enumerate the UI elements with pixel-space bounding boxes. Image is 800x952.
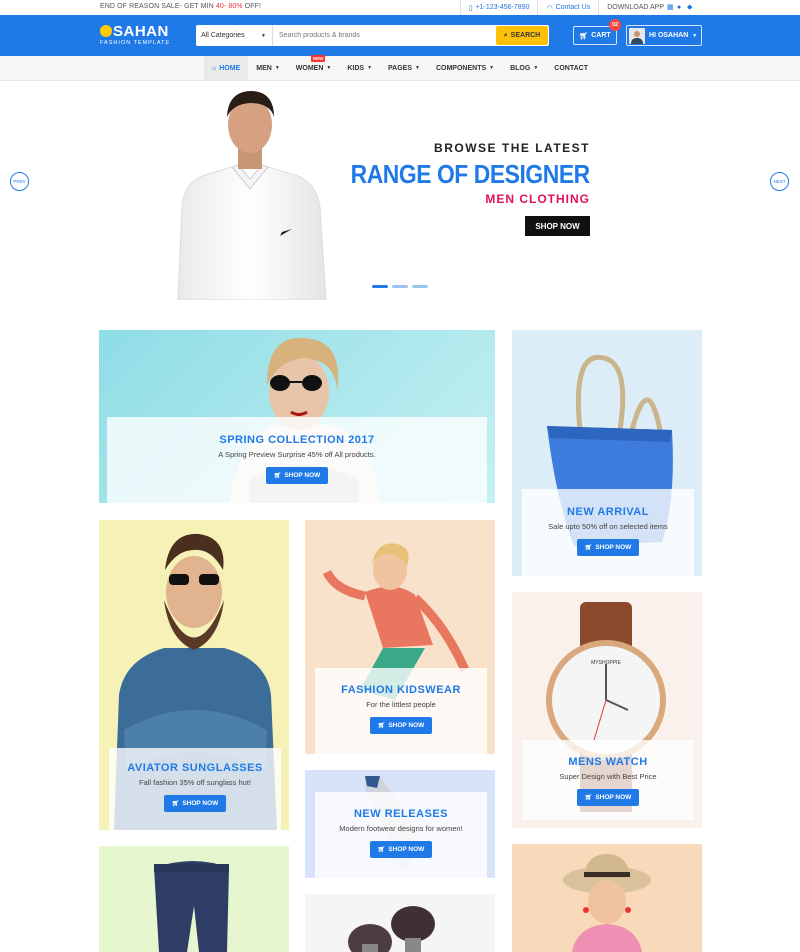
android-icon[interactable]: ◆ <box>687 4 694 11</box>
card-title: MENS WATCH <box>568 756 648 768</box>
cart-icon: 🛒︎ <box>584 795 593 801</box>
watch-panel: MENS WATCH Super Design with Best Price … <box>522 740 694 820</box>
card-subtitle: For the littlest people <box>366 700 436 709</box>
mobile-icon: ▯ <box>468 4 473 12</box>
slider-dot[interactable] <box>412 285 428 288</box>
slider-dot[interactable] <box>392 285 408 288</box>
card-title: FASHION KIDSWEAR <box>341 684 461 696</box>
nav-blog[interactable]: BLOG ▼ <box>502 56 546 80</box>
cart-icon: 🛒︎ <box>273 473 282 479</box>
card-subtitle: Sale upto 50% off on selected items <box>548 522 668 531</box>
user-menu-button[interactable]: HI OSAHAN ▼ <box>626 25 702 46</box>
woman-hat-image <box>563 854 651 952</box>
kidswear-panel: FASHION KIDSWEAR For the littlest people… <box>315 668 487 754</box>
search-icon: ⌕ <box>503 31 508 39</box>
home-icon: ⌂ <box>212 64 217 72</box>
makeup-card[interactable] <box>305 894 495 952</box>
fashion-kidswear-card[interactable]: FASHION KIDSWEAR For the littlest people… <box>305 520 495 754</box>
card-title: SPRING COLLECTION 2017 <box>219 434 375 446</box>
kidswear-shop-now-button[interactable]: 🛒︎ SHOP NOW <box>369 717 433 734</box>
search-input[interactable] <box>273 26 496 45</box>
nav-components[interactable]: COMPONENTS ▼ <box>428 56 502 80</box>
card-title: NEW ARRIVAL <box>567 506 649 518</box>
caret-down-icon: ▼ <box>274 65 280 71</box>
logo[interactable]: SAHAN FASHION TEMPLATE <box>100 24 170 46</box>
card-subtitle: Modern footwear designs for women! <box>339 824 463 833</box>
jeans-image <box>154 861 229 952</box>
nav-women[interactable]: NEW WOMEN ▼ <box>288 55 340 80</box>
card-subtitle: Super Design with Best Price <box>559 772 657 781</box>
card-title: NEW RELEASES <box>353 808 448 820</box>
cart-icon: 🛒︎ <box>579 32 589 40</box>
new-arrival-card[interactable]: NEW ARRIVAL Sale upto 50% off on selecte… <box>512 330 702 576</box>
watch-brand-text: MYSHOPPIE <box>591 660 621 666</box>
card-title: AVIATOR SUNGLASSES <box>127 762 263 774</box>
windows-icon[interactable]: ▦ <box>667 4 674 11</box>
hat-woman-card[interactable] <box>512 844 702 952</box>
card-subtitle: A Spring Preview Surprise 45% off All pr… <box>218 450 376 459</box>
caret-down-icon: ▼ <box>415 65 420 71</box>
top-bar-links: ▯ +1-123-456-7890 ◠ Contact Us DOWNLOAD … <box>459 0 702 15</box>
promo-text: END OF REASON SALE- GET MIN 40- 80% OFF! <box>100 3 262 10</box>
nav-home[interactable]: ⌂ HOME <box>204 56 249 80</box>
releases-shop-now-button[interactable]: 🛒︎ SHOP NOW <box>369 841 433 858</box>
headset-icon: ◠ <box>546 4 553 12</box>
watch-shop-now-button[interactable]: 🛒︎ SHOP NOW <box>576 789 640 806</box>
arrival-shop-now-button[interactable]: 🛒︎ SHOP NOW <box>576 539 640 556</box>
phone-link[interactable]: ▯ +1-123-456-7890 <box>459 0 538 15</box>
hero-line-2: RANGE OF DESIGNER <box>350 159 591 189</box>
spring-shop-now-button[interactable]: 🛒︎ SHOP NOW <box>265 467 329 484</box>
nav-pages[interactable]: PAGES ▼ <box>380 56 428 80</box>
avatar <box>629 27 645 44</box>
cart-icon: 🛒︎ <box>584 545 593 551</box>
cart-count-badge: 02 <box>609 19 621 31</box>
nav-men[interactable]: MEN ▼ <box>248 56 288 80</box>
aviator-sunglasses-card[interactable]: AVIATOR SUNGLASSES Fall fashion 35% off … <box>99 520 289 830</box>
contact-link[interactable]: ◠ Contact Us <box>537 0 598 15</box>
cart-icon: 🛒︎ <box>171 801 180 807</box>
makeup-brush-image <box>348 906 435 952</box>
new-releases-card[interactable]: NEW RELEASES Modern footwear designs for… <box>305 770 495 878</box>
main-header: SAHAN FASHION TEMPLATE All Categories ▼ … <box>0 15 800 56</box>
mens-watch-card[interactable]: MYSHOPPIE MENS WATCH Super Design with B… <box>512 592 702 828</box>
new-arrival-panel: NEW ARRIVAL Sale upto 50% off on selecte… <box>522 489 694 576</box>
hero-model-image <box>177 91 327 300</box>
main-nav: ⌂ HOME MEN ▼ NEW WOMEN ▼ KIDS ▼ PAGES ▼ COMP… <box>0 55 800 81</box>
search-bar: All Categories ▼ ⌕ SEARCH <box>196 25 549 46</box>
hero-text: BROWSE THE LATEST RANGE OF DESIGNER MEN … <box>318 141 591 206</box>
caret-down-icon: ▼ <box>367 65 373 71</box>
category-select[interactable]: All Categories ▼ <box>196 25 273 46</box>
releases-panel: NEW RELEASES Modern footwear designs for… <box>315 792 487 878</box>
aviator-panel: AVIATOR SUNGLASSES Fall fashion 35% off … <box>109 748 281 830</box>
slider-prev-button[interactable]: PREV <box>10 172 29 191</box>
slider-dots <box>372 285 428 288</box>
hero-shop-now-button[interactable]: SHOP NOW <box>525 216 590 236</box>
nav-contact[interactable]: CONTACT <box>546 56 596 80</box>
caret-down-icon: ▼ <box>326 65 332 71</box>
hero-slider: PREV NEXT BROWSE THE LATEST RANGE OF DES… <box>0 81 800 300</box>
spring-collection-card[interactable]: SPRING COLLECTION 2017 A Spring Preview … <box>99 330 495 503</box>
slider-dot[interactable] <box>372 285 388 288</box>
download-app-link[interactable]: DOWNLOAD APP ▦ ● ◆ <box>598 0 702 15</box>
hero-line-1: BROWSE THE LATEST <box>434 141 590 155</box>
cart-icon: 🛒︎ <box>377 847 386 853</box>
new-badge: NEW <box>310 55 326 62</box>
hero-line-3: MEN CLOTHING <box>485 192 590 206</box>
spring-collection-panel: SPRING COLLECTION 2017 A Spring Preview … <box>107 417 487 503</box>
apple-icon[interactable]: ● <box>677 4 684 11</box>
cart-icon: 🛒︎ <box>377 723 386 729</box>
logo-o-icon <box>100 25 112 37</box>
aviator-shop-now-button[interactable]: 🛒︎ SHOP NOW <box>163 795 227 812</box>
card-subtitle: Fall fashion 35% off sunglass hut! <box>138 778 251 787</box>
nav-kids[interactable]: KIDS ▼ <box>339 56 380 80</box>
jeans-card[interactable] <box>99 846 289 952</box>
caret-down-icon: ▼ <box>489 65 495 71</box>
search-button[interactable]: ⌕ SEARCH <box>496 26 548 45</box>
top-bar: END OF REASON SALE- GET MIN 40- 80% OFF!… <box>0 0 800 15</box>
slider-next-button[interactable]: NEXT <box>770 172 789 191</box>
caret-down-icon: ▼ <box>533 65 539 71</box>
caret-down-icon: ▼ <box>261 32 266 39</box>
caret-down-icon: ▼ <box>692 32 698 39</box>
